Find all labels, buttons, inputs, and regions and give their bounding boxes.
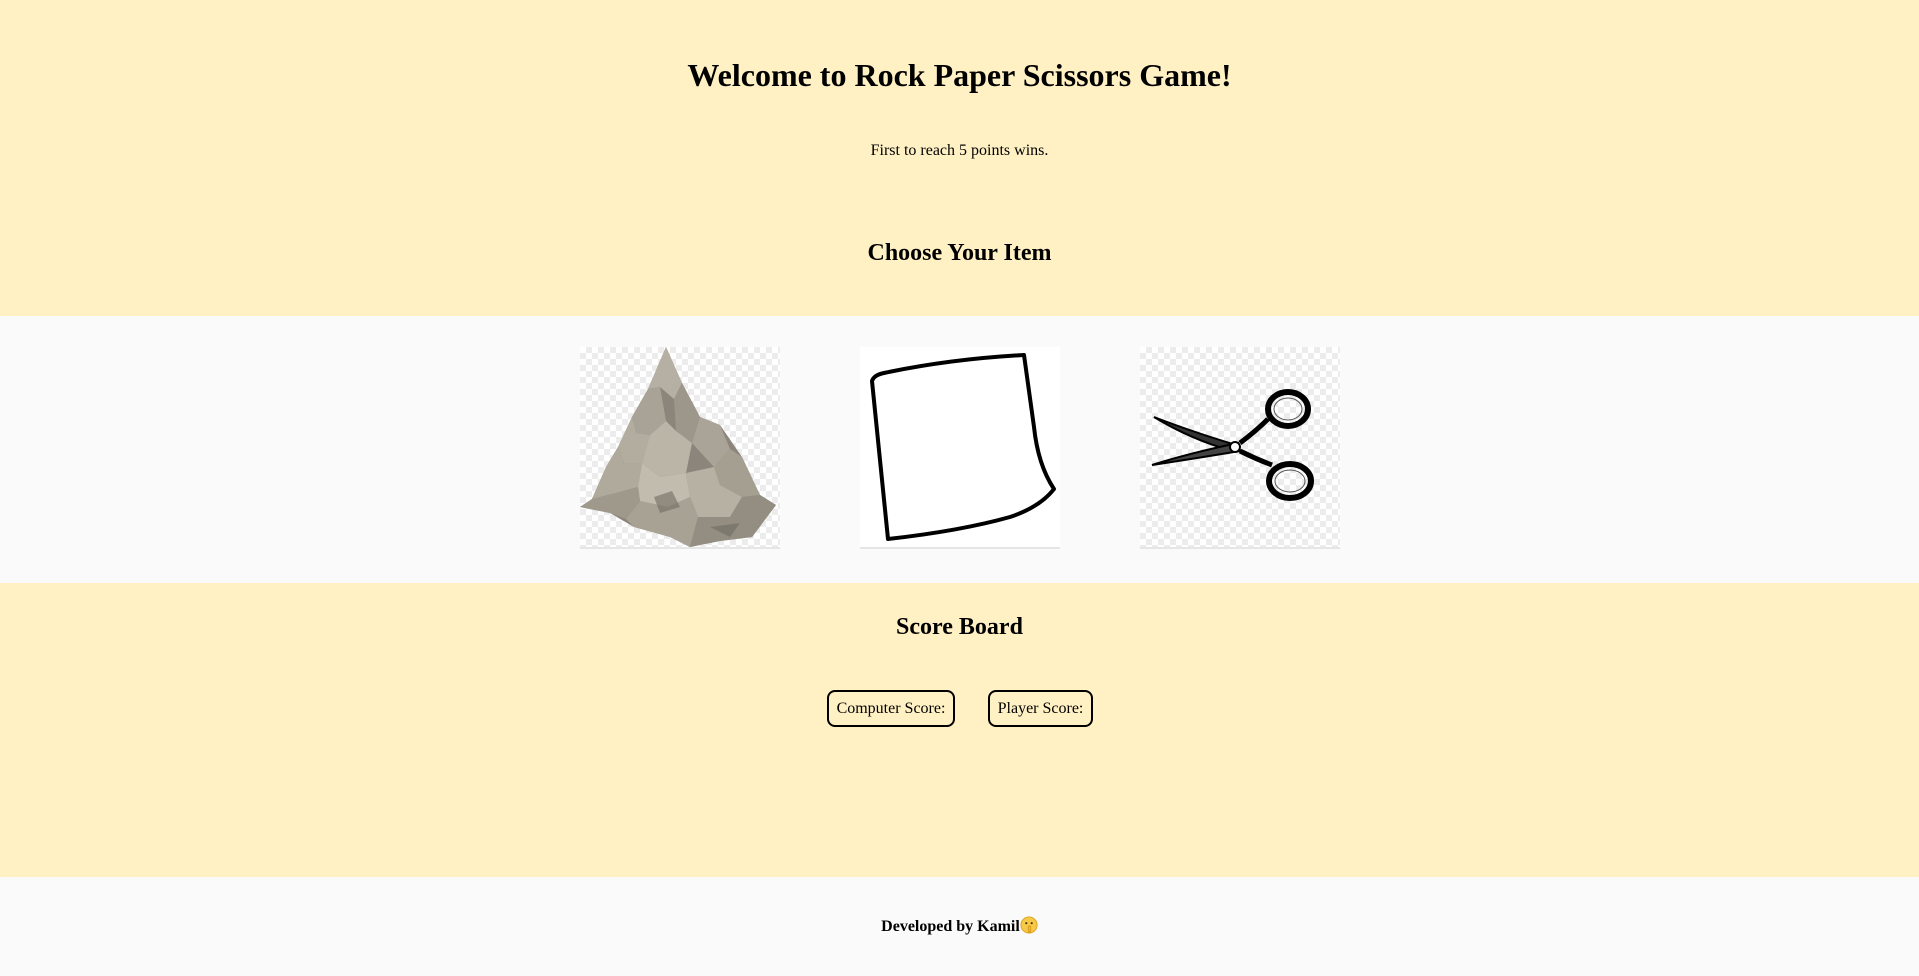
rock-image bbox=[580, 347, 776, 547]
scissors-image bbox=[1151, 389, 1314, 501]
computer-score-label: Computer Score: bbox=[836, 700, 946, 717]
computer-score-box: Computer Score: bbox=[827, 690, 955, 727]
page-title: Welcome to Rock Paper Scissors Game! bbox=[687, 57, 1232, 93]
paper-choice-button[interactable] bbox=[860, 347, 1060, 549]
player-score-label: Player Score: bbox=[997, 700, 1084, 717]
developer-credit-text: Developed by Kamil bbox=[881, 918, 1020, 935]
header-section: Welcome to Rock Paper Scissors Game! Fir… bbox=[0, 0, 1919, 316]
choices-section bbox=[0, 316, 1919, 583]
paper-image bbox=[870, 353, 1056, 541]
footer-credit: Developed by Kamil bbox=[0, 916, 1919, 936]
scissors-choice-button[interactable] bbox=[1140, 347, 1340, 549]
rock-choice-button[interactable] bbox=[580, 347, 780, 549]
choose-item-heading: Choose Your Item bbox=[867, 240, 1052, 266]
shushing-face-emoji-icon bbox=[1020, 916, 1038, 934]
footer: Developed by Kamil bbox=[0, 877, 1919, 976]
player-score-box: Player Score: bbox=[988, 690, 1093, 727]
scoreboard-title: Score Board bbox=[896, 614, 1023, 640]
game-rules-text: First to reach 5 points wins. bbox=[870, 142, 1049, 159]
scoreboard-section: Score Board Computer Score: Player Score… bbox=[0, 583, 1919, 877]
